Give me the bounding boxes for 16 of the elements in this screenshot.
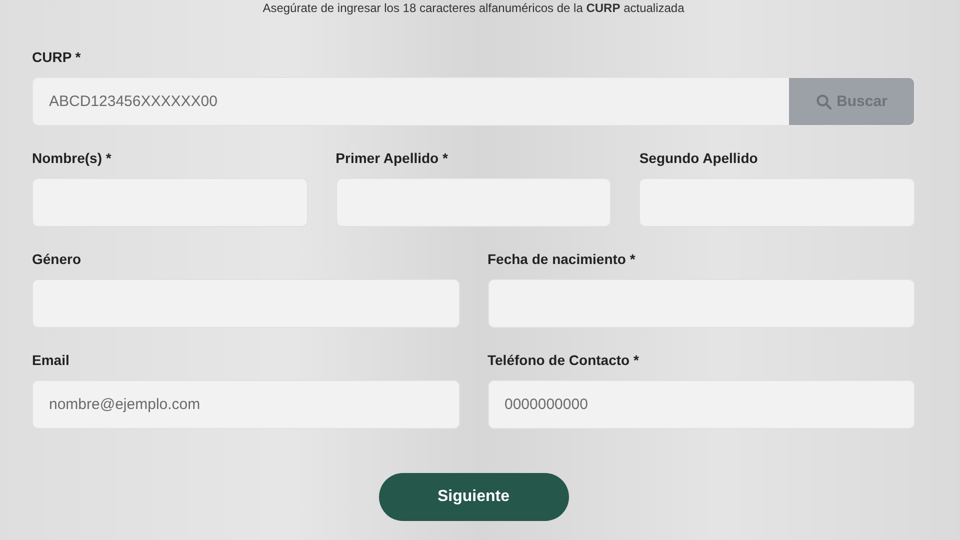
field-label: Segundo Apellido <box>639 149 759 168</box>
search-icon <box>816 94 832 110</box>
instruction-text: Asegúrate de ingresar los 18 caracteres alfanuméricos de la CURP actualizada <box>262 1 686 15</box>
field-label: Email <box>32 351 70 370</box>
next-button[interactable]: Siguiente <box>378 473 568 521</box>
input-field[interactable] <box>32 279 460 328</box>
field-label: Género <box>32 250 82 269</box>
field-label: Fecha de nacimiento * <box>488 250 636 269</box>
input-field[interactable] <box>488 279 915 328</box>
field-label: Primer Apellido * <box>336 149 449 168</box>
input-field[interactable] <box>336 178 612 227</box>
field-label: Nombre(s) * <box>32 149 112 168</box>
input-field[interactable]: 0000000000 <box>488 380 915 429</box>
field-label: Teléfono de Contacto * <box>488 351 640 370</box>
field-label: CURP * <box>32 48 82 67</box>
input-field[interactable]: nombre@ejemplo.com <box>32 380 460 429</box>
